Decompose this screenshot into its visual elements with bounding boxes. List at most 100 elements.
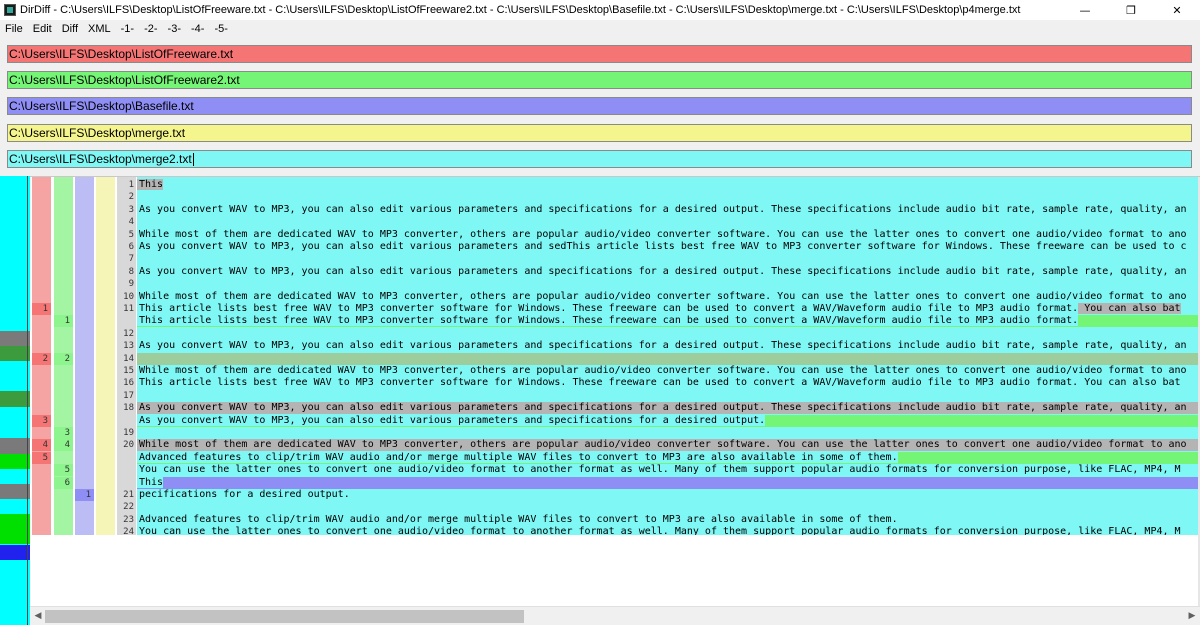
text-line[interactable]: As you convert WAV to MP3, you can also … — [137, 204, 1198, 216]
line-number: 11 — [123, 304, 134, 314]
gutter-marker: 1 — [54, 315, 73, 328]
line-text: While most of them are dedicated WAV to … — [139, 228, 1187, 240]
horizontal-scrollbar[interactable]: ◀ ▶ — [30, 606, 1200, 625]
line-text: This article lists best free WAV to MP3 … — [139, 377, 1079, 389]
path-field-3[interactable]: C:\Users\ILFS\Desktop\Basefile.txt — [7, 97, 1192, 115]
line-text — [137, 353, 139, 364]
line-number: 15 — [123, 366, 134, 376]
text-line[interactable]: While most of them are dedicated WAV to … — [137, 439, 1198, 452]
text-line[interactable] — [137, 427, 1198, 439]
scroll-right-arrow-icon[interactable]: ▶ — [1186, 610, 1198, 622]
diff-overview-bar[interactable] — [0, 176, 30, 625]
text-line[interactable] — [137, 501, 1198, 513]
line-number: 3 — [128, 204, 134, 215]
line-number: 6 — [128, 242, 134, 252]
line-number: 13 — [123, 341, 134, 352]
line-text: While most of them are dedicated WAV to … — [139, 439, 1187, 451]
gutter-marker: 1 — [75, 489, 94, 501]
line-number: 23 — [123, 514, 134, 525]
text-line[interactable]: You can use the latter ones to convert o… — [137, 464, 1198, 476]
line-number: 20 — [123, 440, 134, 451]
line-number: 16 — [123, 378, 134, 389]
line-text: While most of them are dedicated WAV to … — [139, 290, 1187, 302]
close-button[interactable]: ✕ — [1154, 0, 1200, 20]
text-line[interactable]: As you convert WAV to MP3, you can also … — [137, 414, 1198, 427]
line-text: This — [137, 179, 164, 190]
text-line[interactable]: Advanced features to clip/trim WAV audio… — [137, 451, 1198, 464]
line-text: Advanced features to clip/trim WAV audio… — [139, 513, 898, 525]
path-field-1[interactable]: C:\Users\ILFS\Desktop\ListOfFreeware.txt — [7, 45, 1192, 63]
gutter-marker: 1 — [32, 303, 51, 315]
line-number-column: 1 2 3 4 5 6 7 8 9 10 11 12 13 14 15 16 17 18 19 20 21 22 23 24 — [117, 177, 136, 538]
gutter-marker: 5 — [32, 451, 51, 464]
merge-text-view[interactable]: This As you convert WAV to MP3, you can a… — [137, 177, 1198, 535]
text-line[interactable] — [137, 278, 1198, 290]
line-text: This — [137, 476, 164, 488]
text-line[interactable]: This article lists best free WAV to MP3 … — [137, 377, 1198, 389]
menu-file-3[interactable]: -3- — [168, 23, 181, 35]
path-field-5-text: C:\Users\ILFS\Desktop\merge2.txt — [9, 152, 192, 166]
text-line[interactable] — [137, 216, 1198, 228]
scroll-thumb[interactable] — [45, 610, 524, 623]
text-line[interactable]: As you convert WAV to MP3, you can also … — [137, 402, 1198, 415]
text-line[interactable]: As you convert WAV to MP3, you can also … — [137, 241, 1198, 253]
gutter-marker: 4 — [32, 439, 51, 452]
text-line[interactable]: As you convert WAV to MP3, you can also … — [137, 340, 1198, 352]
menu-file-4[interactable]: -4- — [191, 23, 204, 35]
line-number: 12 — [123, 328, 134, 339]
line-number: 18 — [123, 403, 134, 414]
gutter-marker: 5 — [54, 464, 73, 477]
menu-xml[interactable]: XML — [88, 23, 111, 35]
path-field-4[interactable]: C:\Users\ILFS\Desktop\merge.txt — [7, 124, 1192, 142]
line-text-tail: You can also bat — [1078, 303, 1181, 314]
text-line[interactable]: pecifications for a desired output. — [137, 489, 1198, 501]
minimize-button[interactable]: — — [1062, 0, 1108, 20]
window-controls: — ❐ ✕ — [1062, 0, 1200, 20]
app-icon — [4, 4, 16, 16]
text-line[interactable]: You can use the latter ones to convert o… — [137, 526, 1198, 535]
text-line[interactable]: While most of them are dedicated WAV to … — [137, 365, 1198, 377]
restore-button[interactable]: ❐ — [1108, 0, 1154, 20]
menu-file-5[interactable]: -5- — [214, 23, 227, 35]
line-text: As you convert WAV to MP3, you can also … — [139, 203, 1187, 215]
overview-marker — [0, 346, 30, 361]
text-line[interactable] — [137, 253, 1198, 265]
overview-marker — [0, 469, 30, 484]
text-line[interactable]: While most of them are dedicated WAV to … — [137, 291, 1198, 303]
path-field-5[interactable]: C:\Users\ILFS\Desktop\merge2.txt — [7, 150, 1192, 168]
text-caret — [192, 153, 194, 167]
text-line[interactable]: This article lists best free WAV to MP3 … — [137, 315, 1198, 328]
text-line[interactable]: Advanced features to clip/trim WAV audio… — [137, 514, 1198, 526]
scroll-left-arrow-icon[interactable]: ◀ — [32, 610, 44, 622]
line-text: pecifications for a desired output. — [139, 489, 350, 500]
menu-diff[interactable]: Diff — [62, 23, 78, 35]
line-number: 5 — [128, 229, 134, 240]
line-text: Advanced features to clip/trim WAV audio… — [137, 451, 898, 463]
text-line[interactable]: This — [137, 179, 1198, 191]
text-line[interactable] — [137, 191, 1198, 203]
line-number: 8 — [128, 266, 134, 277]
line-text: As you convert WAV to MP3, you can also … — [139, 241, 1187, 252]
path-field-2[interactable]: C:\Users\ILFS\Desktop\ListOfFreeware2.tx… — [7, 71, 1192, 89]
line-text: You can use the latter ones to convert o… — [139, 526, 1181, 535]
text-line[interactable] — [137, 352, 1198, 365]
text-line[interactable]: While most of them are dedicated WAV to … — [137, 229, 1198, 241]
line-number: 21 — [123, 490, 134, 500]
text-line[interactable]: This article lists best free WAV to MP3 … — [137, 303, 1198, 315]
menu-file-1[interactable]: -1- — [121, 23, 134, 35]
menu-edit[interactable]: Edit — [33, 23, 52, 35]
line-text: As you convert WAV to MP3, you can also … — [139, 265, 1187, 277]
line-text — [137, 390, 139, 401]
gutter-marker: 4 — [54, 439, 73, 452]
gutter-file-3: 1 — [75, 177, 94, 535]
menu-file[interactable]: File — [5, 23, 23, 35]
window-title: DirDiff - C:\Users\ILFS\Desktop\ListOfFr… — [20, 4, 1021, 16]
line-number: 24 — [123, 527, 134, 538]
gutter-marker: 3 — [32, 414, 51, 427]
line-text-tail: You can also bat — [1078, 377, 1181, 389]
menu-file-2[interactable]: -2- — [144, 23, 157, 35]
text-line[interactable]: As you convert WAV to MP3, you can also … — [137, 266, 1198, 278]
text-line[interactable]: This — [137, 476, 1198, 489]
text-line[interactable] — [137, 390, 1198, 402]
text-line[interactable] — [137, 328, 1198, 340]
